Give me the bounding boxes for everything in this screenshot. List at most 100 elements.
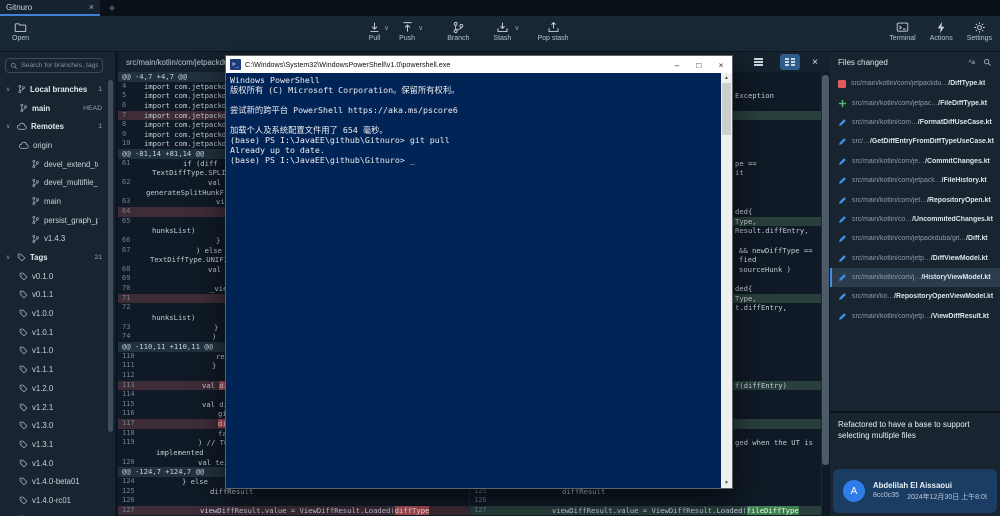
folder-icon — [14, 21, 27, 34]
file-row[interactable]: src/main/kotlin/com/j…/HistoryViewModel.… — [830, 268, 1000, 287]
tree-row[interactable]: v1.4.3 — [0, 230, 108, 249]
search-files-icon[interactable] — [983, 58, 992, 67]
tree-row[interactable]: ∨ Local branches 1 — [0, 80, 108, 99]
search-input[interactable] — [21, 62, 98, 69]
line-number: 116 — [118, 409, 142, 419]
pop-stash-button[interactable]: Pop stash — [537, 21, 568, 42]
tree-row[interactable]: main — [0, 192, 108, 211]
tree-row[interactable]: v1.0.1 — [0, 323, 108, 342]
tab-gitnuro[interactable]: Gitnuro × — [0, 0, 100, 16]
tree-row[interactable]: origin — [0, 136, 108, 155]
tree-row[interactable]: ∨ Remotes 1 — [0, 117, 108, 136]
tree-row[interactable]: v1.1.1 — [0, 360, 108, 379]
tag-icon — [19, 496, 28, 505]
tag-icon — [19, 309, 28, 318]
tree-item-label: v0.1.0 — [32, 272, 98, 281]
powershell-title: C:\Windows\System32\WindowsPowerShell\v1… — [245, 60, 662, 69]
file-row[interactable]: src/main/kotlin/com/jetp…/ViewDiffResult… — [830, 307, 1000, 326]
chevron-down-icon[interactable]: ∨ — [6, 254, 13, 261]
file-row[interactable]: src/main/kotlin/com/jetp…/DiffViewModel.… — [830, 249, 1000, 268]
commit-author-card[interactable]: A Abdelilah El Aissaoui 8cc0c35 2024年12月… — [833, 469, 997, 513]
unified-view-icon[interactable] — [748, 54, 768, 70]
maximize-button[interactable]: □ — [688, 56, 710, 73]
terminal-button[interactable]: Terminal — [889, 21, 915, 42]
terminal-line: Windows PowerShell — [230, 75, 717, 85]
tree-row[interactable]: v1.4.0-rc01 — [0, 491, 108, 510]
new-tab-button[interactable]: + — [100, 0, 124, 16]
tree-item-badge: 1 — [98, 86, 108, 93]
tree-row[interactable]: main HEAD — [0, 99, 108, 118]
push-dropdown-chevron-icon[interactable]: ∨ — [418, 24, 423, 32]
split-view-icon[interactable] — [780, 54, 800, 70]
tree-row[interactable]: ∨ Tags 21 — [0, 248, 108, 267]
scroll-down-icon[interactable]: ▼ — [724, 478, 729, 488]
modified-icon — [838, 234, 847, 243]
tree-row[interactable]: v1.0.0 — [0, 304, 108, 323]
tab-close-icon[interactable]: × — [89, 2, 94, 12]
line-number: 71 — [118, 294, 142, 304]
tree-row[interactable]: devel_extend_termina… — [0, 155, 108, 174]
diff-close-icon[interactable]: × — [812, 57, 818, 68]
branch-search-box[interactable] — [5, 58, 103, 73]
tree-item-label: Tags — [30, 253, 90, 262]
close-button[interactable]: × — [710, 56, 732, 73]
author-name: Abdelilah El Aissaoui — [873, 481, 987, 490]
modified-icon — [838, 137, 847, 146]
stash-dropdown-chevron-icon[interactable]: ∨ — [514, 24, 519, 32]
tree-row[interactable]: v0.1.1 — [0, 286, 108, 305]
file-row[interactable]: src/…/GetDiffEntryFromDiffTypeUseCase.kt — [830, 132, 1000, 151]
file-name: /DiffViewModel.kt — [931, 255, 988, 262]
tree-row[interactable]: persist_graph_paddin… — [0, 211, 108, 230]
terminal-scrollbar[interactable]: ▲ ▼ — [721, 73, 732, 488]
tree-row[interactable]: v1.3.0 — [0, 416, 108, 435]
file-path: src/main/kotlin/com/jetpac… — [852, 100, 938, 107]
file-row[interactable]: src/main/kotlin/com/jetpackdu…/DiffType.… — [830, 74, 1000, 93]
file-row[interactable]: src/main/kotlin/com/jetpackduba/git…/Dif… — [830, 229, 1000, 248]
file-row[interactable]: src/main/kotlin/co…/UncommitedChanges.kt — [830, 210, 1000, 229]
tree-row[interactable]: v1.3.1 — [0, 435, 108, 454]
tree-item-label: v1.2.1 — [32, 403, 98, 412]
tree-row[interactable]: devel_multifile_selec… — [0, 173, 108, 192]
file-row[interactable]: src/main/kotlin/com…/FormatDiffUseCase.k… — [830, 113, 1000, 132]
branch-icon — [31, 178, 40, 188]
sidebar-scrollbar[interactable] — [108, 80, 113, 432]
scroll-up-icon[interactable]: ▲ — [724, 73, 729, 83]
minimize-button[interactable]: – — [666, 56, 688, 73]
tree-row[interactable]: v1.4.1 — [0, 510, 108, 516]
branch-button[interactable]: Branch — [447, 21, 469, 42]
actions-button[interactable]: Actions — [930, 21, 953, 42]
tree-row[interactable]: v0.1.0 — [0, 267, 108, 286]
tree-item-label: persist_graph_paddin… — [44, 216, 98, 225]
powershell-window[interactable]: >_ C:\Windows\System32\WindowsPowerShell… — [225, 55, 733, 489]
avatar: A — [843, 480, 865, 502]
file-row[interactable]: src/main/kotlin/com/jetpack…/FileHistory… — [830, 171, 1000, 190]
line-number: 63 — [118, 197, 142, 207]
diff-scrollbar[interactable] — [822, 75, 829, 465]
pull-button[interactable]: Pull — [368, 21, 381, 42]
file-row[interactable]: src/main/kotlin/com/jetpac…/FileDiffType… — [830, 93, 1000, 112]
tree-item-badge: 1 — [98, 123, 108, 130]
file-row[interactable]: src/main/kotlin/com/jet…/RepositoryOpen.… — [830, 190, 1000, 209]
tree-row[interactable]: v1.4.0-beta01 — [0, 472, 108, 491]
scrollbar-thumb[interactable] — [722, 83, 731, 135]
branch-icon — [31, 196, 40, 206]
tree-row[interactable]: v1.2.0 — [0, 379, 108, 398]
powershell-title-bar[interactable]: >_ C:\Windows\System32\WindowsPowerShell… — [226, 56, 732, 73]
tree-row[interactable]: v1.1.0 — [0, 342, 108, 361]
line-number: 118 — [118, 429, 142, 439]
pull-dropdown-chevron-icon[interactable]: ∨ — [384, 24, 389, 32]
branches-sidebar: ∨ Local branches 1 main HEAD ∨ Remotes 1… — [0, 52, 115, 516]
file-row[interactable]: src/main/kotlin/com/je…/CommitChanges.kt — [830, 152, 1000, 171]
tree-row[interactable]: v1.2.1 — [0, 398, 108, 417]
terminal-output[interactable]: Windows PowerShell版权所有 (C) Microsoft Cor… — [226, 73, 721, 488]
push-button[interactable]: Push — [399, 21, 415, 42]
tag-icon — [19, 328, 28, 337]
chevron-down-icon[interactable]: ∨ — [6, 123, 13, 130]
open-button[interactable]: Open — [12, 21, 29, 42]
stash-button[interactable]: Stash — [493, 21, 511, 42]
chevron-down-icon[interactable]: ∨ — [6, 86, 13, 93]
tree-row[interactable]: v1.4.0 — [0, 454, 108, 473]
text-options-icon[interactable]: ᴬa — [968, 59, 975, 66]
file-row[interactable]: src/main/ko…/RepositoryOpenViewModel.kt — [830, 287, 1000, 306]
settings-button[interactable]: Settings — [967, 21, 992, 42]
